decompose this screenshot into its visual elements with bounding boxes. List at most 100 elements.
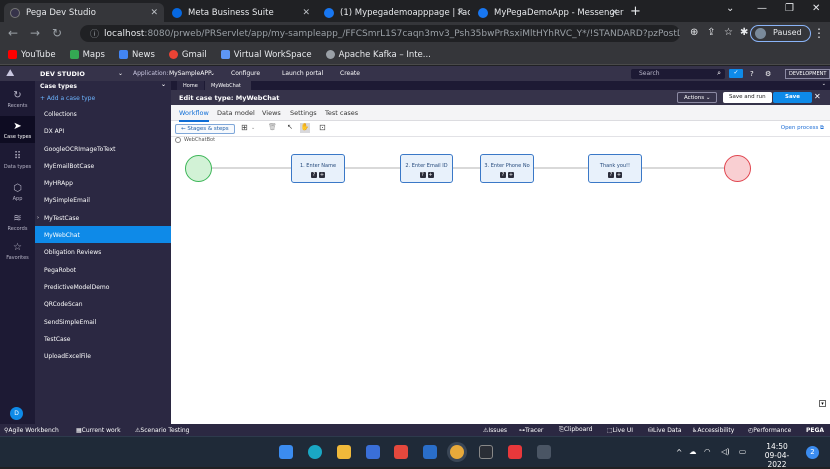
tracer-button[interactable]: ⊶ Tracer	[519, 427, 543, 434]
rail-app[interactable]: ⬡ App	[0, 179, 35, 206]
close-window-button[interactable]: ✕	[812, 3, 820, 14]
rail-records[interactable]: ≋ Records	[0, 209, 35, 236]
case-type-item[interactable]: GoogleOCRImageToText	[35, 140, 171, 157]
cloud-icon[interactable]: ☁	[689, 447, 697, 456]
fit-view-icon[interactable]: ⊡	[319, 123, 326, 132]
scenario-testing-button[interactable]: ⚠ Scenario Testing	[135, 427, 189, 434]
flow-step-enter-email[interactable]: 2. Enter Email ID? +	[400, 154, 453, 183]
terminal-icon[interactable]	[479, 445, 493, 459]
windows-start-icon[interactable]	[279, 445, 293, 459]
bookmark-news[interactable]: News	[118, 50, 155, 60]
clipboard-button[interactable]: ⎘ Clipboard	[559, 426, 592, 434]
settings-icon[interactable]: ⚙	[765, 70, 771, 78]
case-type-item[interactable]: MySimpleEmail	[35, 191, 171, 208]
url-input[interactable]: ⓘ localhost:8080/prweb/PRServlet/app/my-…	[80, 25, 680, 42]
close-tab-icon[interactable]: ✕	[610, 8, 618, 18]
bookmark-star-icon[interactable]: ☆	[724, 27, 733, 38]
flow-step-enter-phone[interactable]: 3. Enter Phone No? +	[480, 154, 534, 183]
save-button[interactable]: Save	[773, 92, 812, 103]
add-case-type-link[interactable]: + Add a case type	[35, 91, 171, 105]
wps-icon[interactable]	[508, 445, 522, 459]
live-data-button[interactable]: ⛁ Live Data	[648, 427, 682, 434]
browser-tab-meta[interactable]: Meta Business Suite ✕	[166, 3, 316, 22]
collapse-icon[interactable]: ▾	[819, 400, 826, 407]
browser-tab-pega[interactable]: Pega Dev Studio ✕	[4, 3, 164, 22]
case-type-item[interactable]: UploadExcelFile	[35, 347, 171, 364]
save-and-run-button[interactable]: Save and run	[723, 92, 772, 103]
issues-button[interactable]: ⚠ Issues	[483, 427, 507, 434]
flow-step-enter-name[interactable]: 1. Enter Name? +	[291, 154, 345, 183]
close-icon[interactable]: ✕	[814, 92, 821, 101]
case-type-item[interactable]: Collections	[35, 105, 171, 122]
performance-button[interactable]: ◴ Performance	[748, 427, 791, 434]
chrome-icon[interactable]	[450, 445, 464, 459]
close-tab-icon[interactable]: ✕	[456, 8, 464, 18]
tab-mywebchat[interactable]: MyWebChat	[205, 81, 251, 90]
reload-icon[interactable]: ↻	[52, 26, 62, 40]
chevron-down-icon[interactable]: ⌄	[161, 81, 166, 88]
case-type-item[interactable]: MyHRApp	[35, 174, 171, 191]
case-type-item[interactable]: QRCodeScan	[35, 295, 171, 312]
share-icon[interactable]: ⇪	[707, 27, 715, 38]
wifi-icon[interactable]: ◠	[704, 447, 711, 456]
browser-tab-facebook[interactable]: (1) Mypegademoapppage | Faceb ✕	[318, 3, 470, 22]
launch-portal-menu[interactable]: Launch portal	[282, 70, 323, 77]
case-type-item[interactable]: Obligation Reviews	[35, 243, 171, 260]
live-ui-button[interactable]: ⬚ Live UI	[607, 427, 633, 434]
create-menu[interactable]: Create	[340, 70, 360, 77]
studio-switcher[interactable]: DEV STUDIO	[40, 70, 85, 78]
bookmark-kafka[interactable]: Apache Kafka – Inte...	[325, 50, 431, 60]
accessibility-button[interactable]: ♿ Accessibility	[692, 427, 734, 434]
chevron-right-icon[interactable]: ›	[37, 215, 39, 221]
back-icon[interactable]: ←	[8, 26, 18, 40]
clock[interactable]: 14:50 09-04-2022	[756, 442, 798, 469]
battery-icon[interactable]: ▭	[739, 447, 746, 456]
case-type-item[interactable]: MyEmailBotCase	[35, 157, 171, 174]
chevron-down-icon[interactable]: ⌄	[210, 70, 215, 77]
case-type-item-selected[interactable]: MyWebChat	[35, 226, 171, 244]
current-work-button[interactable]: ▦ Current work	[76, 427, 121, 434]
rail-case-types[interactable]: ➤ Case types	[0, 116, 35, 143]
add-icon[interactable]: ⊞	[241, 123, 248, 132]
chevron-down-icon[interactable]: ⌄	[251, 125, 255, 131]
tab-data-model[interactable]: Data model	[217, 109, 255, 117]
browser-tab-messenger[interactable]: MyPegaDemoApp - Messenger ✕	[472, 3, 624, 22]
tray-chevron-icon[interactable]: ^	[676, 448, 682, 457]
pan-icon[interactable]: ✋	[300, 123, 310, 133]
tab-home[interactable]: Home	[177, 81, 204, 90]
tab-test-cases[interactable]: Test cases	[325, 109, 358, 117]
agile-workbench-button[interactable]: ⚲ Agile Workbench	[4, 427, 59, 434]
configure-menu[interactable]: Configure	[231, 70, 260, 77]
zoom-icon[interactable]: ⊕	[690, 27, 698, 38]
case-type-item-expandable[interactable]: › MyTestCase	[35, 209, 171, 226]
rail-recents[interactable]: ↻ Recents	[0, 86, 35, 113]
edge-icon[interactable]	[308, 445, 322, 459]
rail-favorites[interactable]: ☆ Favorites	[0, 238, 35, 265]
menu-icon[interactable]: ⋮	[813, 26, 825, 40]
restore-button[interactable]: ❐	[785, 3, 794, 14]
bookmark-youtube[interactable]: YouTube	[8, 50, 56, 60]
case-type-item[interactable]: TestCase	[35, 330, 171, 347]
case-type-item[interactable]: SendSimpleEmail	[35, 313, 171, 330]
case-type-item[interactable]: PegaRobot	[35, 261, 171, 278]
tab-views[interactable]: Views	[262, 109, 281, 117]
search-input[interactable]: Search ⌕	[631, 69, 725, 79]
mail-icon[interactable]	[423, 445, 437, 459]
user-avatar[interactable]: D	[10, 407, 23, 420]
check-icon[interactable]: ✓	[729, 69, 743, 78]
search-icon[interactable]: ⌕	[717, 69, 721, 78]
bookmark-virtual-workspace[interactable]: Virtual WorkSpace	[220, 50, 312, 60]
tab-search-icon[interactable]: ⌄	[726, 3, 734, 14]
window-app-icon[interactable]	[537, 445, 551, 459]
case-type-item[interactable]: PredictiveModelDemo	[35, 278, 171, 295]
extensions-icon[interactable]: ✱	[740, 27, 748, 38]
store-icon[interactable]	[366, 445, 380, 459]
close-tab-icon[interactable]: ✕	[150, 8, 158, 18]
forward-icon[interactable]: →	[30, 26, 40, 40]
tab-settings[interactable]: Settings	[290, 109, 317, 117]
delete-icon[interactable]: 🗑	[268, 123, 277, 131]
bookmark-maps[interactable]: Maps	[69, 50, 105, 60]
file-explorer-icon[interactable]	[337, 445, 351, 459]
chevron-down-icon[interactable]: ⌄	[118, 70, 123, 77]
help-icon[interactable]: ?	[750, 70, 754, 78]
